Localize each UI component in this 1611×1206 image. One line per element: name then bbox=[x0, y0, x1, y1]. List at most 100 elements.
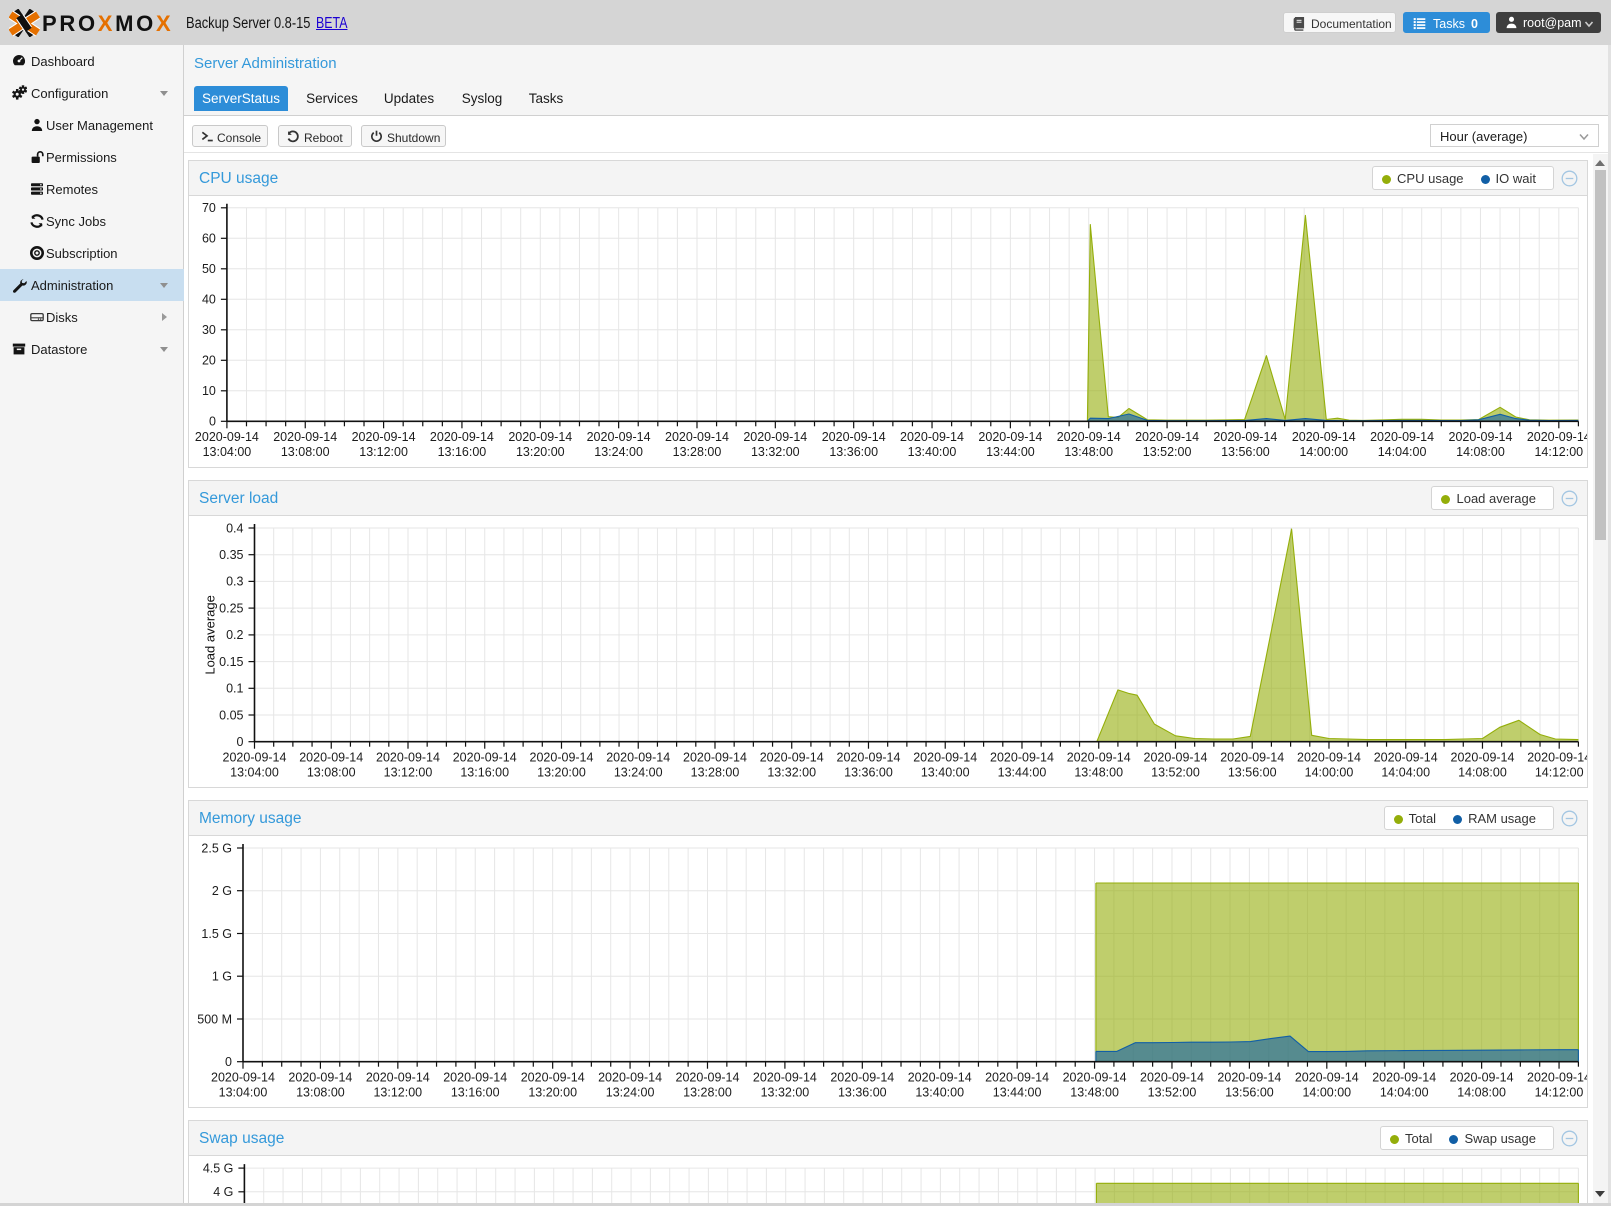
svg-text:2020-09-14: 2020-09-14 bbox=[1370, 430, 1434, 444]
svg-text:13:28:00: 13:28:00 bbox=[673, 445, 722, 459]
svg-text:2020-09-14: 2020-09-14 bbox=[587, 430, 651, 444]
svg-text:2020-09-14: 2020-09-14 bbox=[900, 430, 964, 444]
svg-text:13:04:00: 13:04:00 bbox=[203, 445, 252, 459]
svg-text:13:48:00: 13:48:00 bbox=[1064, 445, 1113, 459]
svg-text:13:24:00: 13:24:00 bbox=[614, 766, 663, 780]
svg-text:13:28:00: 13:28:00 bbox=[683, 1086, 732, 1100]
svg-text:2020-09-14: 2020-09-14 bbox=[288, 1071, 352, 1085]
svg-text:2020-09-14: 2020-09-14 bbox=[990, 751, 1054, 765]
svg-text:0: 0 bbox=[225, 1055, 232, 1069]
svg-text:0.25: 0.25 bbox=[219, 601, 243, 615]
svg-text:0.35: 0.35 bbox=[219, 548, 243, 562]
svg-text:2020-09-14: 2020-09-14 bbox=[1450, 1071, 1514, 1085]
svg-text:13:44:00: 13:44:00 bbox=[998, 766, 1047, 780]
svg-text:2020-09-14: 2020-09-14 bbox=[1213, 430, 1277, 444]
svg-text:2 G: 2 G bbox=[212, 884, 232, 898]
svg-text:13:08:00: 13:08:00 bbox=[307, 766, 356, 780]
svg-text:13:36:00: 13:36:00 bbox=[844, 766, 893, 780]
svg-text:2020-09-14: 2020-09-14 bbox=[683, 751, 747, 765]
svg-text:2020-09-14: 2020-09-14 bbox=[453, 751, 517, 765]
svg-text:2020-09-14: 2020-09-14 bbox=[1067, 751, 1131, 765]
svg-text:2020-09-14: 2020-09-14 bbox=[1217, 1071, 1281, 1085]
svg-text:2020-09-14: 2020-09-14 bbox=[743, 430, 807, 444]
svg-text:13:28:00: 13:28:00 bbox=[691, 766, 740, 780]
svg-text:2020-09-14: 2020-09-14 bbox=[665, 430, 729, 444]
svg-text:10: 10 bbox=[202, 384, 216, 398]
svg-text:0.2: 0.2 bbox=[226, 628, 243, 642]
svg-text:14:00:00: 14:00:00 bbox=[1299, 445, 1348, 459]
svg-text:2020-09-14: 2020-09-14 bbox=[1140, 1071, 1204, 1085]
svg-text:13:12:00: 13:12:00 bbox=[359, 445, 408, 459]
svg-text:2020-09-14: 2020-09-14 bbox=[1292, 430, 1356, 444]
svg-text:13:08:00: 13:08:00 bbox=[281, 445, 330, 459]
svg-text:14:00:00: 14:00:00 bbox=[1302, 1086, 1351, 1100]
svg-text:13:16:00: 13:16:00 bbox=[451, 1086, 500, 1100]
svg-text:13:12:00: 13:12:00 bbox=[384, 766, 433, 780]
svg-text:13:36:00: 13:36:00 bbox=[838, 1086, 887, 1100]
svg-text:14:12:00: 14:12:00 bbox=[1535, 766, 1584, 780]
svg-text:1 G: 1 G bbox=[212, 970, 232, 984]
svg-text:13:24:00: 13:24:00 bbox=[594, 445, 643, 459]
svg-text:14:08:00: 14:08:00 bbox=[1458, 766, 1507, 780]
svg-text:14:12:00: 14:12:00 bbox=[1535, 1086, 1584, 1100]
svg-text:60: 60 bbox=[202, 232, 216, 246]
svg-text:2020-09-14: 2020-09-14 bbox=[1220, 751, 1284, 765]
svg-text:2020-09-14: 2020-09-14 bbox=[521, 1071, 585, 1085]
svg-text:2020-09-14: 2020-09-14 bbox=[1063, 1071, 1127, 1085]
svg-text:2020-09-14: 2020-09-14 bbox=[985, 1071, 1049, 1085]
svg-text:2020-09-14: 2020-09-14 bbox=[1372, 1071, 1436, 1085]
svg-text:13:16:00: 13:16:00 bbox=[438, 445, 487, 459]
svg-text:13:20:00: 13:20:00 bbox=[537, 766, 586, 780]
svg-text:2020-09-14: 2020-09-14 bbox=[223, 751, 287, 765]
svg-text:13:16:00: 13:16:00 bbox=[460, 766, 509, 780]
svg-text:2020-09-14: 2020-09-14 bbox=[676, 1071, 740, 1085]
svg-text:0: 0 bbox=[209, 415, 216, 429]
svg-text:13:04:00: 13:04:00 bbox=[230, 766, 279, 780]
svg-text:13:12:00: 13:12:00 bbox=[373, 1086, 422, 1100]
svg-text:500 M: 500 M bbox=[197, 1012, 232, 1026]
svg-text:2020-09-14: 2020-09-14 bbox=[1527, 430, 1587, 444]
svg-text:13:36:00: 13:36:00 bbox=[829, 445, 878, 459]
svg-text:2020-09-14: 2020-09-14 bbox=[508, 430, 572, 444]
svg-text:13:40:00: 13:40:00 bbox=[915, 1086, 964, 1100]
svg-text:2020-09-14: 2020-09-14 bbox=[1374, 751, 1438, 765]
svg-text:14:08:00: 14:08:00 bbox=[1457, 1086, 1506, 1100]
svg-text:14:08:00: 14:08:00 bbox=[1456, 445, 1505, 459]
svg-text:13:40:00: 13:40:00 bbox=[908, 445, 957, 459]
svg-text:2020-09-14: 2020-09-14 bbox=[443, 1071, 507, 1085]
svg-text:2020-09-14: 2020-09-14 bbox=[195, 430, 259, 444]
svg-text:2020-09-14: 2020-09-14 bbox=[822, 430, 886, 444]
svg-text:13:32:00: 13:32:00 bbox=[761, 1086, 810, 1100]
svg-text:2020-09-14: 2020-09-14 bbox=[1295, 1071, 1359, 1085]
svg-text:13:52:00: 13:52:00 bbox=[1148, 1086, 1197, 1100]
svg-text:0.3: 0.3 bbox=[226, 575, 243, 589]
svg-text:2020-09-14: 2020-09-14 bbox=[978, 430, 1042, 444]
svg-text:13:04:00: 13:04:00 bbox=[219, 1086, 268, 1100]
svg-text:2020-09-14: 2020-09-14 bbox=[830, 1071, 894, 1085]
svg-text:2.5 G: 2.5 G bbox=[201, 841, 232, 855]
svg-text:Load average: Load average bbox=[203, 595, 218, 675]
svg-text:13:32:00: 13:32:00 bbox=[767, 766, 816, 780]
svg-text:0.1: 0.1 bbox=[226, 682, 243, 696]
svg-text:13:24:00: 13:24:00 bbox=[606, 1086, 655, 1100]
svg-text:2020-09-14: 2020-09-14 bbox=[1057, 430, 1121, 444]
svg-text:50: 50 bbox=[202, 262, 216, 276]
svg-text:13:08:00: 13:08:00 bbox=[296, 1086, 345, 1100]
svg-text:70: 70 bbox=[202, 201, 216, 215]
svg-text:2020-09-14: 2020-09-14 bbox=[1449, 430, 1513, 444]
svg-text:13:48:00: 13:48:00 bbox=[1070, 1086, 1119, 1100]
svg-text:2020-09-14: 2020-09-14 bbox=[606, 751, 670, 765]
svg-text:2020-09-14: 2020-09-14 bbox=[273, 430, 337, 444]
svg-text:2020-09-14: 2020-09-14 bbox=[913, 751, 977, 765]
svg-text:2020-09-14: 2020-09-14 bbox=[1527, 1071, 1587, 1085]
svg-text:13:44:00: 13:44:00 bbox=[986, 445, 1035, 459]
svg-text:13:56:00: 13:56:00 bbox=[1221, 445, 1270, 459]
svg-text:2020-09-14: 2020-09-14 bbox=[1144, 751, 1208, 765]
svg-text:2020-09-14: 2020-09-14 bbox=[1451, 751, 1515, 765]
svg-text:2020-09-14: 2020-09-14 bbox=[211, 1071, 275, 1085]
svg-text:0: 0 bbox=[237, 735, 244, 749]
svg-text:13:20:00: 13:20:00 bbox=[528, 1086, 577, 1100]
svg-text:13:20:00: 13:20:00 bbox=[516, 445, 565, 459]
svg-text:20: 20 bbox=[202, 354, 216, 368]
svg-text:13:48:00: 13:48:00 bbox=[1074, 766, 1123, 780]
